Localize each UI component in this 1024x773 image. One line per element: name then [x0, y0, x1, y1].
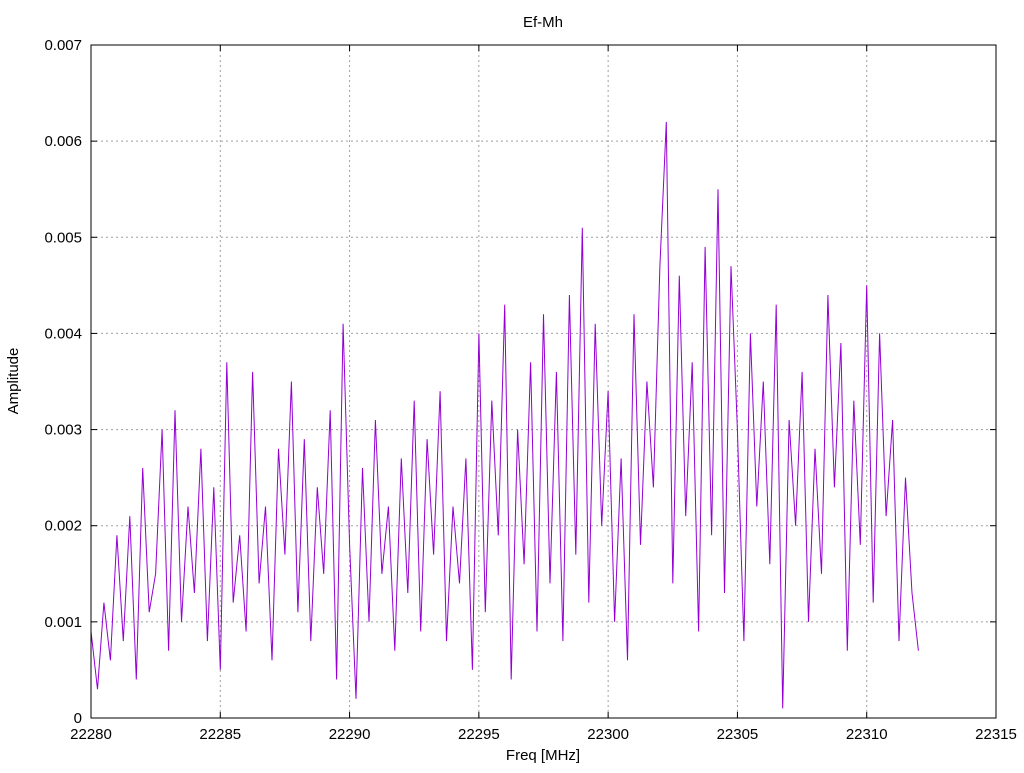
y-tick-label: 0.004 [44, 325, 82, 342]
ticks: 22280 22285 22290 22295 22300 22305 22310 22315… [44, 37, 1016, 743]
y-tick-label: 0.005 [44, 229, 82, 246]
x-axis-label: Freq [MHz] [506, 747, 580, 764]
y-axis-label: Amplitude [5, 348, 22, 415]
y-tick-label: 0.001 [44, 614, 82, 631]
x-tick-label: 22305 [717, 726, 759, 743]
y-tick-label: 0 [74, 710, 82, 727]
x-tick-label: 22290 [329, 726, 371, 743]
series-line [90, 121, 919, 709]
y-tick-label: 0.006 [44, 133, 82, 150]
x-tick-label: 22285 [199, 726, 241, 743]
chart: Ef-Mh Freq [MHz] Amplitude 22280 22285 222… [5, 14, 1017, 764]
x-tick-label: 22280 [70, 726, 112, 743]
x-tick-label: 22295 [458, 726, 500, 743]
chart-title: Ef-Mh [523, 14, 563, 31]
y-tick-label: 0.007 [44, 37, 82, 54]
x-tick-label: 22310 [846, 726, 888, 743]
y-tick-label: 0.003 [44, 422, 82, 439]
x-tick-label: 22315 [975, 726, 1017, 743]
x-tick-label: 22300 [587, 726, 629, 743]
y-tick-label: 0.002 [44, 518, 82, 535]
